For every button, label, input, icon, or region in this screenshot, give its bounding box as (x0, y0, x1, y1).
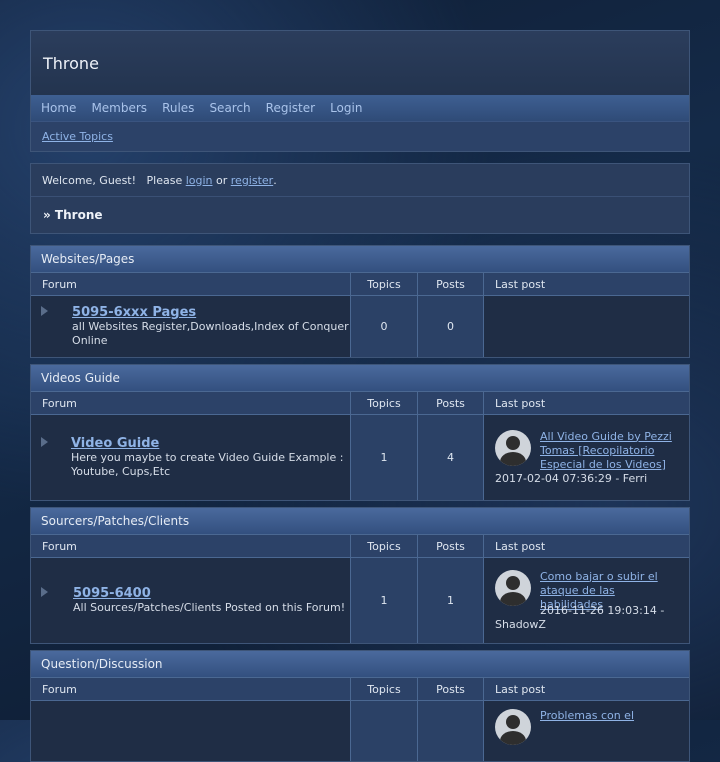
col-forum: Forum (31, 273, 351, 295)
last-post-meta: 2017-02-04 07:36:29 - Ferri (495, 471, 648, 485)
forum-cell: 5095-6400 All Sources/Patches/Clients Po… (31, 558, 351, 643)
forum-description: all Websites Register,Downloads,Index of… (72, 320, 349, 347)
forum-row: Video Guide Here you maybe to create Vid… (31, 415, 689, 500)
nav-rules[interactable]: Rules (162, 101, 194, 115)
category-title: Question/Discussion (31, 651, 689, 677)
nav-register[interactable]: Register (266, 101, 315, 115)
column-header: Forum Topics Posts Last post (31, 391, 689, 415)
col-forum: Forum (31, 535, 351, 557)
or-text: or (212, 173, 231, 187)
welcome-box: Welcome, Guest! Please login or register… (30, 163, 690, 234)
user-avatar-icon (495, 709, 531, 745)
forum-last-post (484, 296, 689, 357)
forum-cell (31, 701, 351, 761)
forum-status-icon (41, 437, 54, 447)
col-posts: Posts (418, 273, 484, 295)
login-link[interactable]: login (186, 174, 213, 187)
forum-topics-count: 0 (351, 296, 418, 357)
forum-last-post: Como bajar o subir el ataque de las habi… (484, 558, 689, 643)
register-link[interactable]: register (231, 174, 273, 187)
forum-posts-count: 0 (418, 296, 484, 357)
column-header: Forum Topics Posts Last post (31, 534, 689, 558)
forum-topics-count: 1 (351, 415, 418, 500)
col-topics: Topics (351, 273, 418, 295)
sub-nav: Active Topics (31, 121, 689, 151)
col-forum: Forum (31, 392, 351, 414)
col-last-post: Last post (495, 277, 546, 291)
col-last-post: Last post (495, 682, 546, 696)
forum-status-icon (41, 306, 55, 316)
column-header: Forum Topics Posts Last post (31, 677, 689, 701)
category-websites-pages: Websites/Pages Forum Topics Posts Last p… (30, 245, 690, 358)
category-sourcers: Sourcers/Patches/Clients Forum Topics Po… (30, 507, 690, 644)
col-posts: Posts (418, 535, 484, 557)
site-title[interactable]: Throne (31, 31, 689, 95)
forum-posts-count: 1 (418, 558, 484, 643)
col-topics: Topics (351, 678, 418, 700)
period-text: . (273, 173, 277, 187)
breadcrumb: » Throne (43, 208, 103, 222)
col-last-post: Last post (495, 396, 546, 410)
forum-name-link[interactable]: Video Guide (71, 436, 350, 451)
forum-description: Here you maybe to create Video Guide Exa… (70, 451, 344, 478)
user-avatar-icon (495, 569, 531, 606)
forum-description: All Sources/Patches/Clients Posted on th… (73, 601, 346, 614)
category-videos-guide: Videos Guide Forum Topics Posts Last pos… (30, 364, 690, 501)
user-avatar-icon (495, 429, 531, 466)
last-post-link[interactable]: Problemas con el (540, 709, 634, 723)
category-title: Videos Guide (31, 365, 689, 391)
nav-members[interactable]: Members (91, 101, 147, 115)
forum-name-link[interactable]: 5095-6xxx Pages (72, 305, 350, 320)
last-post-meta: 2016-11-26 19:03:14 - ShadowZ (495, 603, 665, 631)
col-posts: Posts (418, 678, 484, 700)
forum-last-post: Problemas con el (484, 701, 689, 761)
forum-last-post: All Video Guide by Pezzi Tomas [Recopila… (484, 415, 689, 500)
forum-posts-count: 4 (418, 415, 484, 500)
nav-search[interactable]: Search (209, 101, 250, 115)
forum-status-icon (41, 587, 56, 597)
col-topics: Topics (351, 535, 418, 557)
forum-topics-count (351, 701, 418, 761)
site-header: Throne Home Members Rules Search Registe… (30, 30, 690, 152)
nav-home[interactable]: Home (41, 101, 76, 115)
category-question-discussion: Question/Discussion Forum Topics Posts L… (30, 650, 690, 762)
col-last-post: Last post (495, 539, 546, 553)
forum-row: 5095-6400 All Sources/Patches/Clients Po… (31, 558, 689, 643)
main-nav: Home Members Rules Search Register Login (31, 95, 689, 121)
forum-posts-count (418, 701, 484, 761)
column-header: Forum Topics Posts Last post (31, 272, 689, 296)
forum-topics-count: 1 (351, 558, 418, 643)
nav-login[interactable]: Login (330, 101, 362, 115)
forum-row: 5095-6xxx Pages all Websites Register,Do… (31, 296, 689, 357)
category-title: Sourcers/Patches/Clients (31, 508, 689, 534)
welcome-text: Welcome, Guest! Please (42, 173, 186, 187)
category-title: Websites/Pages (31, 246, 689, 272)
forum-name-link[interactable]: 5095-6400 (73, 586, 345, 601)
col-topics: Topics (351, 392, 418, 414)
forum-row: Problemas con el (31, 701, 689, 761)
col-posts: Posts (418, 392, 484, 414)
forum-cell: 5095-6xxx Pages all Websites Register,Do… (31, 296, 351, 357)
last-post-link[interactable]: All Video Guide by Pezzi Tomas [Recopila… (540, 430, 679, 472)
col-forum: Forum (31, 678, 351, 700)
forum-cell: Video Guide Here you maybe to create Vid… (31, 415, 351, 500)
welcome-line: Welcome, Guest! Please login or register… (31, 164, 689, 197)
active-topics-link[interactable]: Active Topics (42, 130, 113, 143)
